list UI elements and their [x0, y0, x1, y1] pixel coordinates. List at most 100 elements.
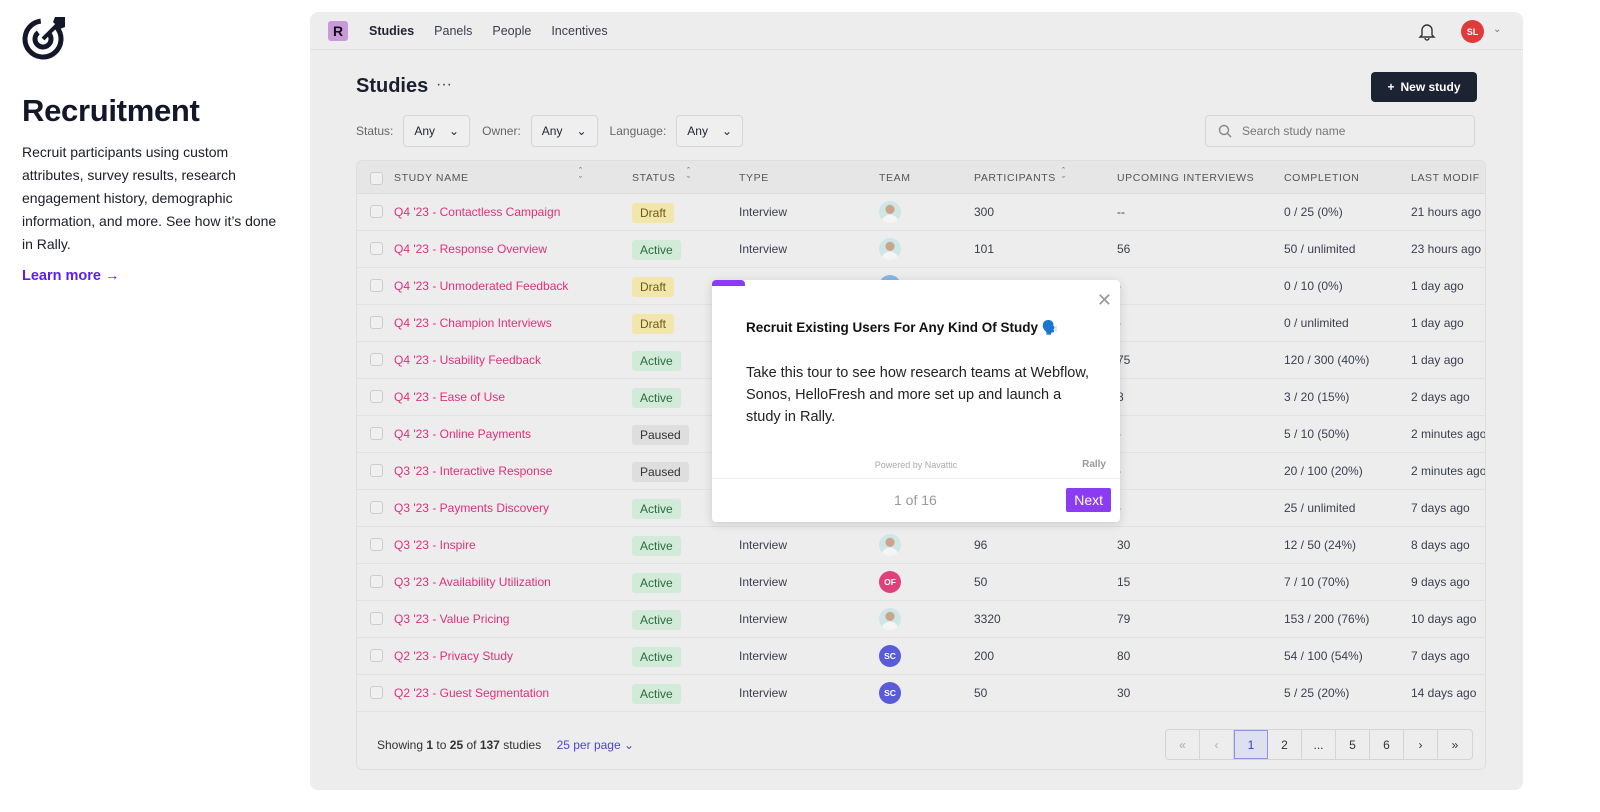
row-checkbox[interactable] — [370, 686, 383, 699]
column-header[interactable]: UPCOMING INTERVIEWS — [1117, 172, 1254, 184]
table-row[interactable]: Q3 '23 - Value Pricing Active Interview 3… — [357, 601, 1485, 638]
column-header[interactable]: PARTICIPANTS — [974, 172, 1056, 184]
team-avatar[interactable] — [879, 534, 901, 556]
study-name-link[interactable]: Q3 '23 - Inspire — [394, 538, 476, 552]
study-name-link[interactable]: Q3 '23 - Availability Utilization — [394, 575, 551, 589]
page-button[interactable]: › — [1404, 730, 1438, 759]
study-name-link[interactable]: Q2 '23 - Privacy Study — [394, 649, 513, 663]
team-avatar[interactable] — [879, 608, 901, 630]
row-checkbox[interactable] — [370, 649, 383, 662]
study-name-link[interactable]: Q4 '23 - Response Overview — [394, 242, 547, 256]
study-name-link[interactable]: Q4 '23 - Unmoderated Feedback — [394, 279, 568, 293]
table-row[interactable]: Q4 '23 - Response Overview Active Interv… — [357, 231, 1485, 268]
page-button[interactable]: « — [1166, 730, 1200, 759]
study-name-link[interactable]: Q4 '23 - Usability Feedback — [394, 353, 541, 367]
owner-filter-label: Owner: — [482, 124, 521, 138]
page-button[interactable]: 2 — [1268, 730, 1302, 759]
row-checkbox[interactable] — [370, 279, 383, 292]
type-cell: Interview — [739, 205, 788, 219]
close-icon[interactable]: ✕ — [1097, 290, 1112, 311]
team-avatar[interactable]: SC — [879, 645, 901, 667]
study-name-link[interactable]: Q4 '23 - Online Payments — [394, 427, 531, 441]
row-checkbox[interactable] — [370, 501, 383, 514]
study-name-link[interactable]: Q3 '23 - Interactive Response — [394, 464, 552, 478]
more-options-icon[interactable]: ··· — [436, 76, 452, 94]
team-avatar[interactable] — [879, 238, 901, 260]
sort-icon[interactable]: ˆˇ — [579, 167, 583, 185]
row-checkbox[interactable] — [370, 538, 383, 551]
next-button[interactable]: Next — [1066, 488, 1111, 512]
study-name-link[interactable]: Q3 '23 - Payments Discovery — [394, 501, 549, 515]
chevron-down-icon: ⌄ — [721, 124, 733, 138]
nav-incentives[interactable]: Incentives — [551, 24, 607, 38]
column-header[interactable]: TYPE — [739, 172, 769, 184]
owner-filter-select[interactable]: Any ⌄ — [530, 115, 598, 147]
row-checkbox[interactable] — [370, 353, 383, 366]
search-input[interactable]: Search study name — [1205, 115, 1475, 147]
row-checkbox[interactable] — [370, 242, 383, 255]
nav-panels[interactable]: Panels — [434, 24, 472, 38]
sort-icon[interactable]: ˆˇ — [1062, 167, 1066, 185]
section-description: Recruit participants using custom attrib… — [22, 144, 277, 252]
page-button[interactable]: 5 — [1336, 730, 1370, 759]
user-avatar[interactable]: SL — [1461, 20, 1484, 43]
new-study-button[interactable]: + New study — [1371, 72, 1477, 102]
per-page-select[interactable]: 25 per page ⌄ — [557, 738, 634, 752]
column-header[interactable]: LAST MODIF — [1411, 172, 1480, 184]
chevron-down-icon[interactable]: ⌄ — [1493, 24, 1501, 35]
row-checkbox[interactable] — [370, 427, 383, 440]
page-button[interactable]: » — [1438, 730, 1472, 759]
upcoming-cell: 56 — [1117, 242, 1131, 256]
team-avatar[interactable] — [879, 201, 901, 223]
column-header[interactable]: TEAM — [879, 172, 911, 184]
page-button[interactable]: ‹ — [1200, 730, 1234, 759]
tour-popup: ✕ Recruit Existing Users For Any Kind Of… — [712, 280, 1120, 522]
page-button[interactable]: 1 — [1234, 730, 1268, 759]
table-row[interactable]: Q4 '23 - Contactless Campaign Draft Inte… — [357, 194, 1485, 231]
column-header[interactable]: STUDY NAME — [394, 172, 469, 184]
learn-more-link[interactable]: Learn more → — [22, 268, 282, 284]
team-avatar[interactable]: OF — [879, 571, 901, 593]
study-name-link[interactable]: Q4 '23 - Contactless Campaign — [394, 205, 560, 219]
row-checkbox[interactable] — [370, 205, 383, 218]
range-to: 25 — [449, 738, 464, 752]
status-badge: Paused — [632, 462, 689, 482]
range-from: 1 — [426, 738, 434, 752]
sort-icon[interactable]: ˆˇ — [687, 167, 691, 185]
study-name-link[interactable]: Q2 '23 - Guest Segmentation — [394, 686, 549, 700]
row-checkbox[interactable] — [370, 316, 383, 329]
last-modified-cell: 1 day ago — [1411, 316, 1464, 330]
team-avatar[interactable]: SC — [879, 682, 901, 704]
table-row[interactable]: Q2 '23 - Privacy Study Active Interview S… — [357, 638, 1485, 675]
nav-people[interactable]: People — [492, 24, 531, 38]
row-checkbox[interactable] — [370, 390, 383, 403]
select-all-checkbox[interactable] — [370, 172, 383, 185]
column-header[interactable]: COMPLETION — [1284, 172, 1359, 184]
rally-logo[interactable]: R — [328, 20, 348, 41]
last-modified-cell: 2 days ago — [1411, 390, 1470, 404]
table-row[interactable]: Q3 '23 - Inspire Active Interview 96 30 1… — [357, 527, 1485, 564]
upcoming-cell: 30 — [1117, 686, 1131, 700]
table-row[interactable]: Q3 '23 - Availability Utilization Active… — [357, 564, 1485, 601]
table-row[interactable]: Q2 '23 - Guest Segmentation Active Inter… — [357, 675, 1485, 712]
study-name-link[interactable]: Q4 '23 - Champion Interviews — [394, 316, 552, 330]
status-badge: Active — [632, 388, 681, 408]
status-filter-select[interactable]: Any ⌄ — [403, 115, 471, 147]
participants-cell: 3320 — [974, 612, 1001, 626]
row-checkbox[interactable] — [370, 612, 383, 625]
participants-cell: 101 — [974, 242, 995, 256]
bell-icon[interactable] — [1418, 21, 1436, 41]
type-cell: Interview — [739, 686, 788, 700]
nav-studies[interactable]: Studies — [369, 24, 414, 38]
tour-progress-bar — [712, 280, 746, 286]
row-checkbox[interactable] — [370, 575, 383, 588]
study-name-link[interactable]: Q3 '23 - Value Pricing — [394, 612, 509, 626]
study-name-link[interactable]: Q4 '23 - Ease of Use — [394, 390, 505, 404]
column-header[interactable]: STATUS — [632, 172, 675, 184]
page-button[interactable]: ... — [1302, 730, 1336, 759]
language-filter-select[interactable]: Any ⌄ — [676, 115, 744, 147]
row-checkbox[interactable] — [370, 464, 383, 477]
page-button[interactable]: 6 — [1370, 730, 1404, 759]
status-badge: Active — [632, 536, 681, 556]
powered-by[interactable]: Powered by Navattic — [712, 460, 1120, 470]
